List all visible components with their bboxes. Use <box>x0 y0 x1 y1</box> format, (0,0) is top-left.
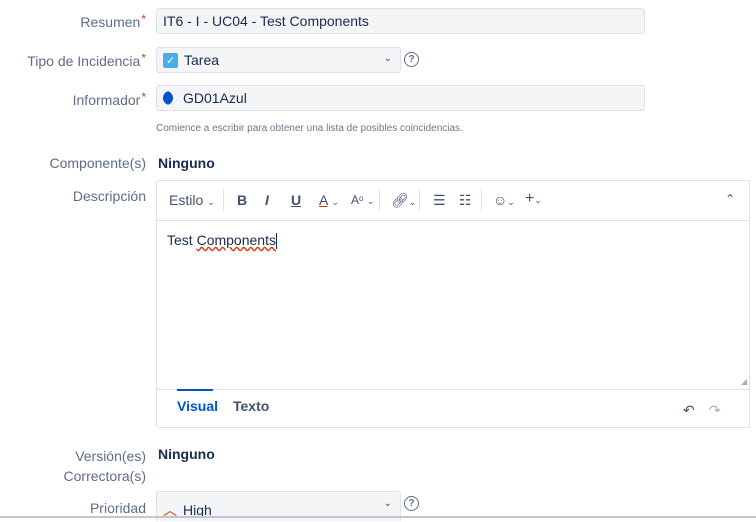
collapse-toolbar-icon[interactable]: ⌃ <box>725 192 735 206</box>
informador-label: Informador* <box>72 90 146 108</box>
tab-visual-indicator <box>177 389 213 391</box>
numbered-list-icon[interactable]: ☷ <box>459 192 472 209</box>
resumen-input[interactable]: IT6 - I - UC04 - Test Components <box>156 8 645 34</box>
descripcion-label: Descripción <box>72 188 146 204</box>
italic-button[interactable]: I <box>265 192 269 208</box>
bottom-divider <box>0 516 756 518</box>
editor-tabs: Visual Texto ↶ ↷ <box>157 389 749 430</box>
informador-input[interactable]: GD01Azul <box>156 85 645 111</box>
link-icon[interactable]: 🔗︎⌄ <box>391 192 416 209</box>
redo-icon[interactable]: ↷ <box>709 402 721 419</box>
tipo-label: Tipo de Incidencia* <box>27 51 146 69</box>
toolbar-separator <box>223 189 224 211</box>
text-color-button[interactable]: A ⌄ <box>319 192 339 208</box>
tab-visual[interactable]: Visual <box>177 398 218 414</box>
toolbar-separator <box>419 189 420 211</box>
bold-button[interactable]: B <box>237 192 247 208</box>
avatar <box>163 91 177 105</box>
help-icon[interactable]: ? <box>404 496 419 511</box>
version-value[interactable]: Ninguno <box>158 446 215 462</box>
resize-handle-icon[interactable]: ◢ <box>741 377 747 386</box>
toolbar-separator <box>481 189 482 211</box>
style-dropdown[interactable]: Estilo ⌄ <box>169 192 215 208</box>
description-editor: Estilo ⌄ B I U A ⌄ Aᵒ ⌄ 🔗︎⌄ ☰ ☷ ☺⌄ +⌄ ⌃ … <box>156 180 750 428</box>
componentes-value[interactable]: Ninguno <box>158 155 215 171</box>
emoji-icon[interactable]: ☺⌄ <box>493 192 515 208</box>
tipo-select[interactable]: ✓ Tarea ⌄ <box>156 47 401 73</box>
chevron-down-icon: ⌄ <box>383 498 392 509</box>
bullet-list-icon[interactable]: ☰ <box>433 192 446 209</box>
underline-button[interactable]: U <box>291 192 301 208</box>
more-formatting-button[interactable]: Aᵒ ⌄ <box>351 193 374 207</box>
help-icon[interactable]: ? <box>404 52 419 67</box>
resumen-label: Resumen* <box>80 12 146 30</box>
editor-content[interactable]: Test Components <box>167 232 277 250</box>
editor-toolbar: Estilo ⌄ B I U A ⌄ Aᵒ ⌄ 🔗︎⌄ ☰ ☷ ☺⌄ +⌄ ⌃ <box>157 181 749 221</box>
informador-hint: Comience a escribir para obtener una lis… <box>156 123 463 134</box>
checkbox-task-icon: ✓ <box>163 52 178 68</box>
prioridad-label: Prioridad <box>89 500 146 516</box>
version-label: Versión(es) Correctora(s) <box>63 448 146 484</box>
componentes-label: Componente(s) <box>49 155 147 171</box>
insert-plus-icon[interactable]: +⌄ <box>525 190 542 208</box>
tab-texto[interactable]: Texto <box>233 398 269 414</box>
undo-icon[interactable]: ↶ <box>683 402 695 419</box>
chevron-down-icon: ⌄ <box>383 53 392 64</box>
toolbar-separator <box>379 189 380 211</box>
